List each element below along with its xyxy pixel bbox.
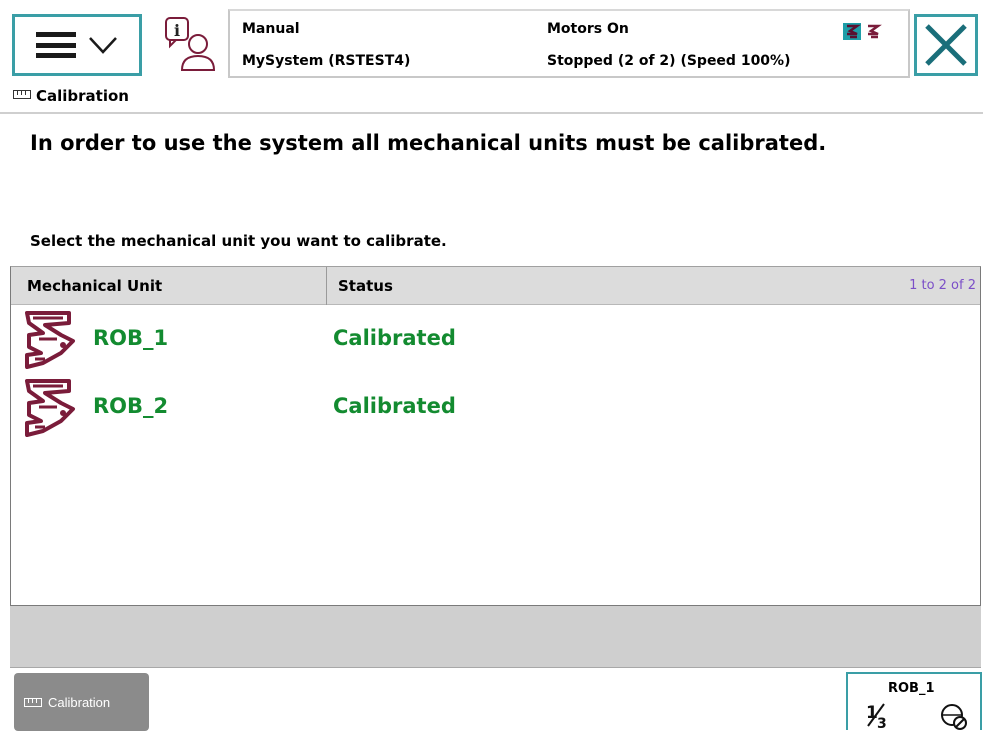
chevron-down-icon bbox=[89, 37, 117, 54]
info-user-icon: i bbox=[165, 17, 216, 71]
table-row[interactable]: ROB_1 Calibrated bbox=[11, 307, 980, 375]
close-icon bbox=[925, 24, 967, 66]
task-button-calibration[interactable]: Calibration bbox=[14, 673, 149, 731]
status-panel[interactable]: Manual MySystem (RSTEST4) Motors On Stop… bbox=[228, 9, 910, 78]
task-button-label: Calibration bbox=[48, 694, 111, 710]
hamburger-menu-icon bbox=[36, 32, 76, 58]
ruler-icon bbox=[13, 90, 31, 99]
app-title: Calibration bbox=[36, 87, 129, 105]
operating-mode: Manual bbox=[242, 21, 300, 37]
program-state: Stopped (2 of 2) (Speed 100%) bbox=[547, 53, 791, 69]
table-header: Mechanical Unit Status 1 to 2 of 2 bbox=[11, 267, 980, 305]
column-header-mechanical-unit[interactable]: Mechanical Unit bbox=[27, 267, 162, 305]
calibration-instruction: Select the mechanical unit you want to c… bbox=[30, 232, 447, 250]
robot-arm-icon bbox=[25, 311, 75, 369]
ruler-icon bbox=[24, 697, 42, 707]
unit-status: Calibrated bbox=[333, 326, 456, 350]
table-row[interactable]: ROB_2 Calibrated bbox=[11, 375, 980, 443]
top-bar: i Manual MySystem (RSTEST4) Motors On St… bbox=[0, 0, 983, 84]
system-name: MySystem (RSTEST4) bbox=[242, 53, 411, 69]
task-bar: Calibration ROB_1 1 3 bbox=[0, 668, 983, 731]
mechanical-unit-table: Mechanical Unit Status 1 to 2 of 2 ROB_1… bbox=[10, 266, 981, 606]
row-count: 1 to 2 of 2 bbox=[909, 278, 976, 293]
svg-text:3: 3 bbox=[877, 716, 887, 730]
quickset-button[interactable]: ROB_1 1 3 bbox=[846, 672, 982, 730]
unit-name: ROB_2 bbox=[93, 394, 169, 418]
motors-state: Motors On bbox=[547, 21, 629, 37]
robot-status-icons bbox=[843, 23, 882, 40]
unit-name: ROB_1 bbox=[93, 326, 169, 350]
main-menu-button[interactable] bbox=[12, 14, 142, 76]
column-header-status[interactable]: Status bbox=[338, 267, 393, 305]
calibration-headline: In order to use the system all mechanica… bbox=[30, 131, 827, 155]
close-button[interactable] bbox=[914, 14, 978, 76]
robot-arm-icon bbox=[25, 379, 75, 437]
active-unit-label: ROB_1 bbox=[888, 681, 935, 696]
event-log-button[interactable]: i bbox=[158, 12, 220, 74]
app-title-bar: Calibration bbox=[0, 84, 983, 114]
command-bar bbox=[10, 606, 981, 668]
increment-and-jog-icons: 1 3 bbox=[866, 703, 967, 730]
unit-status: Calibrated bbox=[333, 394, 456, 418]
svg-text:i: i bbox=[174, 21, 180, 40]
column-separator bbox=[326, 267, 327, 305]
